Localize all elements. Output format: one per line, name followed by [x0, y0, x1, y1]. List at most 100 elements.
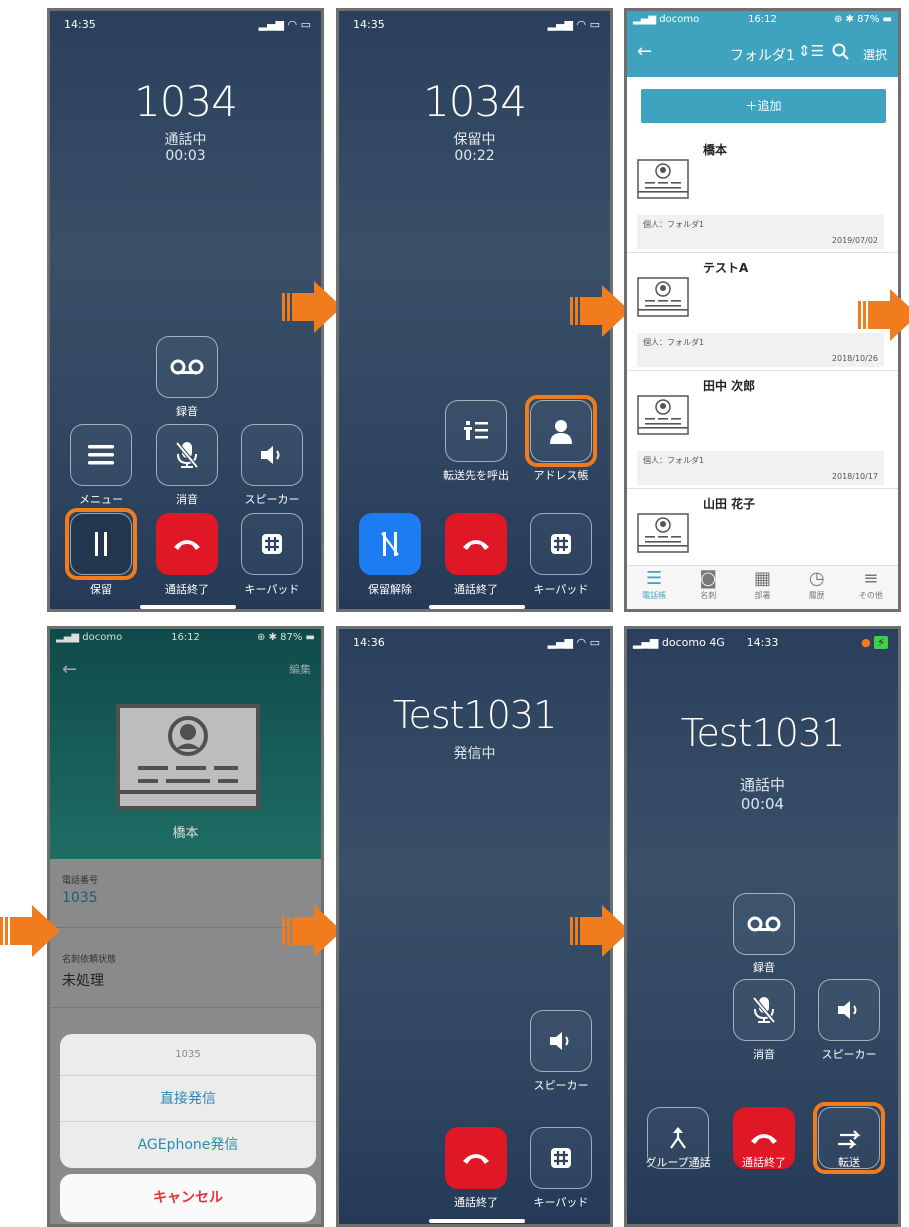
- hangup-icon: [463, 1154, 489, 1164]
- unhold-button[interactable]: [359, 513, 421, 575]
- back-arrow-icon[interactable]: ←: [637, 41, 652, 62]
- divider: [50, 927, 321, 928]
- edit-button[interactable]: 編集: [289, 661, 311, 677]
- tab-0[interactable]: ☰ 電話帳: [627, 568, 681, 601]
- status-value: 未処理: [62, 973, 104, 989]
- back-arrow-icon[interactable]: ←: [62, 659, 77, 680]
- caller-number: 1034: [423, 77, 527, 126]
- business-card-icon: [637, 277, 689, 317]
- contact-name: 田中 次郎: [703, 379, 756, 393]
- menu-label: メニュー: [79, 493, 123, 506]
- hangup-icon: [751, 1134, 777, 1144]
- voicemail-icon: [170, 359, 204, 375]
- call-status: 保留中: [453, 132, 496, 148]
- hold-highlight: [65, 508, 137, 580]
- speaker-button[interactable]: [818, 979, 880, 1041]
- unhold-label: 保留解除: [368, 583, 412, 596]
- tab-label: 履歴: [808, 591, 825, 600]
- signal-wifi-battery-icon: ▂▄▆ ◠ ▭: [547, 18, 600, 31]
- contact-date: 2019/07/02: [831, 236, 878, 245]
- clock-icon: ◷: [808, 568, 825, 589]
- contact-date: 2018/10/17: [831, 472, 878, 481]
- tab-4[interactable]: ≡ その他: [844, 568, 898, 601]
- phone-value[interactable]: 1035: [62, 890, 98, 906]
- arrow-right-icon: [282, 281, 342, 333]
- contact-folder: 個人：フォルダ1: [643, 338, 705, 347]
- speaker-label: スピーカー: [821, 1048, 877, 1061]
- arrow-right-icon: [570, 285, 630, 337]
- arrow-right-icon: [570, 905, 630, 957]
- tab-2[interactable]: ▦ 部署: [735, 568, 789, 601]
- record-label: 録音: [176, 405, 198, 418]
- contact-meta: 個人：フォルダ1 2018/10/17: [637, 451, 884, 485]
- call-duration: 00:04: [740, 795, 785, 813]
- profile-header: ▂▄▆ docomo 16:12 ⊕ ✱ 87% ▬ ← 編集 橋本: [50, 629, 321, 859]
- transfer-call-button[interactable]: [445, 400, 507, 462]
- end-call-button[interactable]: [445, 1127, 507, 1189]
- select-button[interactable]: 選択: [863, 46, 887, 63]
- sheet-title: 1035: [60, 1034, 316, 1076]
- business-card-icon: [116, 704, 260, 810]
- business-card-icon: [637, 513, 689, 553]
- address-book-highlight: [525, 395, 597, 467]
- contact-name: 山田 花子: [703, 497, 756, 511]
- battery-charging-icon: ● ⚡: [861, 636, 888, 649]
- contact-meta: 個人：フォルダ1 2019/07/02: [637, 215, 884, 249]
- arrow-right-icon: [858, 289, 909, 341]
- contact-row[interactable]: 橋本 個人：フォルダ1 2019/07/02: [627, 135, 898, 253]
- search-icon[interactable]: [832, 43, 850, 61]
- panel-call-transfer: ▂▄▆ docomo 4G 14:33 ● ⚡ Test1031 通話中 00:…: [624, 626, 901, 1227]
- clock: 14:36: [353, 636, 385, 649]
- tab-3[interactable]: ◷ 履歴: [790, 568, 844, 601]
- sort-icon[interactable]: ⇕☰: [798, 42, 824, 60]
- contact-folder: 個人：フォルダ1: [643, 220, 705, 229]
- phone-field-label: 電話番号: [62, 876, 99, 886]
- tab-label: 名刺: [700, 591, 717, 600]
- voicemail-icon: [747, 916, 781, 932]
- mic-off-icon: [175, 441, 199, 469]
- call-status: 通話中: [739, 776, 785, 794]
- battery: ⊕ ✱ 87% ▬: [834, 14, 892, 25]
- record-button[interactable]: [156, 336, 218, 398]
- keypad-label: キーパッド: [533, 1196, 589, 1209]
- keypad-button[interactable]: [241, 513, 303, 575]
- contact-meta: 個人：フォルダ1 2018/10/26: [637, 333, 884, 367]
- address-book-label: アドレス帳: [533, 469, 589, 482]
- speaker-icon: [261, 446, 280, 464]
- call-duration: 00:03: [165, 148, 206, 164]
- transfer-label: 転送: [838, 1156, 860, 1169]
- header: ▂▄▆ docomo 16:12 ⊕ ✱ 87% ▬ ← フォルダ1 ⇕☰ 選択: [627, 11, 898, 77]
- keypad-button[interactable]: [530, 513, 592, 575]
- speaker-button[interactable]: [530, 1010, 592, 1072]
- tab-label: 部署: [754, 591, 771, 600]
- end-call-button[interactable]: [156, 513, 218, 575]
- signal-wifi-battery-icon: ▂▄▆ ◠ ▭: [258, 18, 311, 31]
- mute-button[interactable]: [733, 979, 795, 1041]
- keypad-label: キーパッド: [244, 583, 300, 596]
- speaker-icon: [550, 1032, 569, 1050]
- end-call-button[interactable]: [445, 513, 507, 575]
- group-call-label: グループ通話: [645, 1156, 711, 1169]
- direct-call-button[interactable]: 直接発信: [60, 1076, 316, 1122]
- tab-1[interactable]: ◙ 名刺: [681, 568, 735, 601]
- speaker-button[interactable]: [241, 424, 303, 486]
- add-button[interactable]: ＋追加: [641, 89, 886, 123]
- agephone-call-button[interactable]: AGEphone発信: [60, 1122, 316, 1168]
- home-indicator: [140, 605, 236, 609]
- mute-button[interactable]: [156, 424, 218, 486]
- speaker-label: スピーカー: [244, 493, 300, 506]
- menu-button[interactable]: [70, 424, 132, 486]
- contact-date: 2018/10/26: [831, 354, 878, 363]
- record-button[interactable]: [733, 893, 795, 955]
- list-transfer-icon: [464, 421, 488, 440]
- cancel-button[interactable]: キャンセル: [60, 1174, 316, 1222]
- contact-row[interactable]: 田中 次郎個人：フォルダ1 2018/10/17: [627, 371, 898, 489]
- tab-label: その他: [858, 591, 883, 600]
- status-field-label: 名刺依頼状態: [62, 955, 117, 965]
- keypad-button[interactable]: [530, 1127, 592, 1189]
- resume-icon: [381, 532, 399, 556]
- business-card-icon: [637, 395, 689, 435]
- status-bar: 14:36 ▂▄▆ ◠ ▭: [339, 629, 610, 655]
- status-bar: ▂▄▆ docomo 4G 14:33 ● ⚡: [627, 629, 898, 655]
- hangup-icon: [463, 540, 489, 550]
